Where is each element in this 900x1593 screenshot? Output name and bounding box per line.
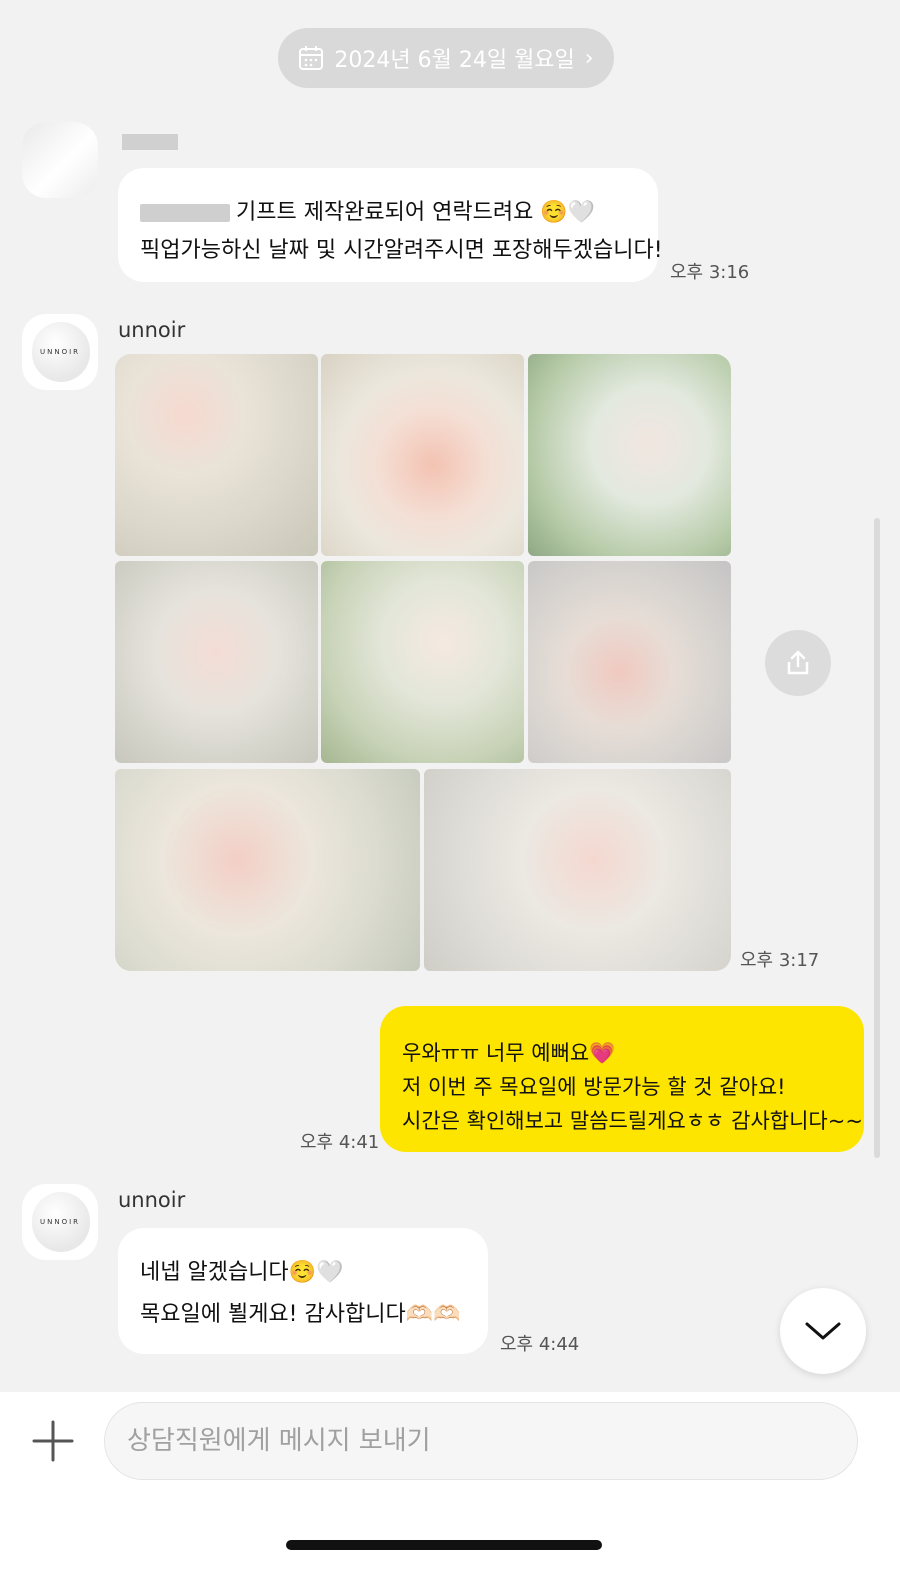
- message-line: 기프트 제작완료되어 연락드려요 ☺️🤍: [140, 194, 658, 232]
- message-time: 오후 4:44: [500, 1334, 580, 1355]
- sender-name-blurred: [122, 134, 178, 150]
- photo-7[interactable]: [115, 769, 420, 971]
- photo-4[interactable]: [115, 561, 318, 763]
- photo-5[interactable]: [321, 561, 524, 763]
- redacted-text: [140, 204, 230, 222]
- scrollbar[interactable]: [874, 518, 880, 1158]
- scroll-to-bottom-button[interactable]: [780, 1288, 866, 1374]
- home-indicator[interactable]: [286, 1540, 602, 1550]
- photo-6[interactable]: [528, 561, 731, 763]
- message-line: 네넵 알겠습니다☺️🤍: [140, 1260, 344, 1285]
- sender-avatar-blurred[interactable]: [22, 122, 98, 198]
- message-line: 저 이번 주 목요일에 방문가능 할 것 같아요!: [402, 1075, 786, 1099]
- message-input[interactable]: [105, 1403, 857, 1479]
- message-line: 픽업가능하신 날짜 및 시간알려주시면 포장해두겠습니다!: [140, 238, 663, 263]
- message-line: 우와ㅠㅠ 너무 예뻐요💗: [402, 1041, 616, 1065]
- message-line: 시간은 확인해보고 말씀드릴게요ㅎㅎ 감사합니다~~: [402, 1109, 863, 1133]
- date-label: 2024년 6월 24일 월요일: [334, 48, 575, 73]
- photo-2[interactable]: [321, 354, 524, 556]
- chevron-down-icon: [805, 1322, 841, 1340]
- calendar-icon: [299, 46, 324, 70]
- sender-name: unnoir: [118, 318, 186, 342]
- message-input-wrapper: [104, 1402, 858, 1480]
- unnoir-avatar[interactable]: UNNOIR: [22, 1184, 98, 1260]
- sender-name: unnoir: [118, 1188, 186, 1212]
- message-bubble-m1[interactable]: 기프트 제작완료되어 연락드려요 ☺️🤍 픽업가능하신 날짜 및 시간알려주시면…: [118, 168, 663, 282]
- date-divider[interactable]: 2024년 6월 24일 월요일 ›: [278, 28, 614, 88]
- photo-3[interactable]: [528, 354, 731, 556]
- message-time: 오후 3:16: [670, 262, 750, 283]
- plus-icon: [32, 1420, 74, 1462]
- photo-1[interactable]: [115, 354, 318, 556]
- message-time: 오후 4:41: [300, 1132, 380, 1153]
- share-button[interactable]: [765, 630, 831, 696]
- avatar-logo: UNNOIR: [39, 1218, 81, 1226]
- avatar-logo: UNNOIR: [39, 348, 81, 356]
- share-icon: [787, 650, 809, 675]
- photo-8[interactable]: [424, 769, 731, 971]
- chevron-right-icon: ›: [584, 45, 594, 71]
- attach-button[interactable]: [30, 1418, 76, 1464]
- message-bubble-m4[interactable]: 네넵 알겠습니다☺️🤍 목요일에 뵐게요! 감사합니다🫶🏻🫶🏻: [118, 1228, 488, 1354]
- message-line: 목요일에 뵐게요! 감사합니다🫶🏻🫶🏻: [140, 1302, 461, 1327]
- unnoir-avatar[interactable]: UNNOIR: [22, 314, 98, 390]
- message-time: 오후 3:17: [740, 950, 820, 971]
- message-bubble-m3[interactable]: 우와ㅠㅠ 너무 예뻐요💗 저 이번 주 목요일에 방문가능 할 것 같아요! 시…: [380, 1006, 864, 1152]
